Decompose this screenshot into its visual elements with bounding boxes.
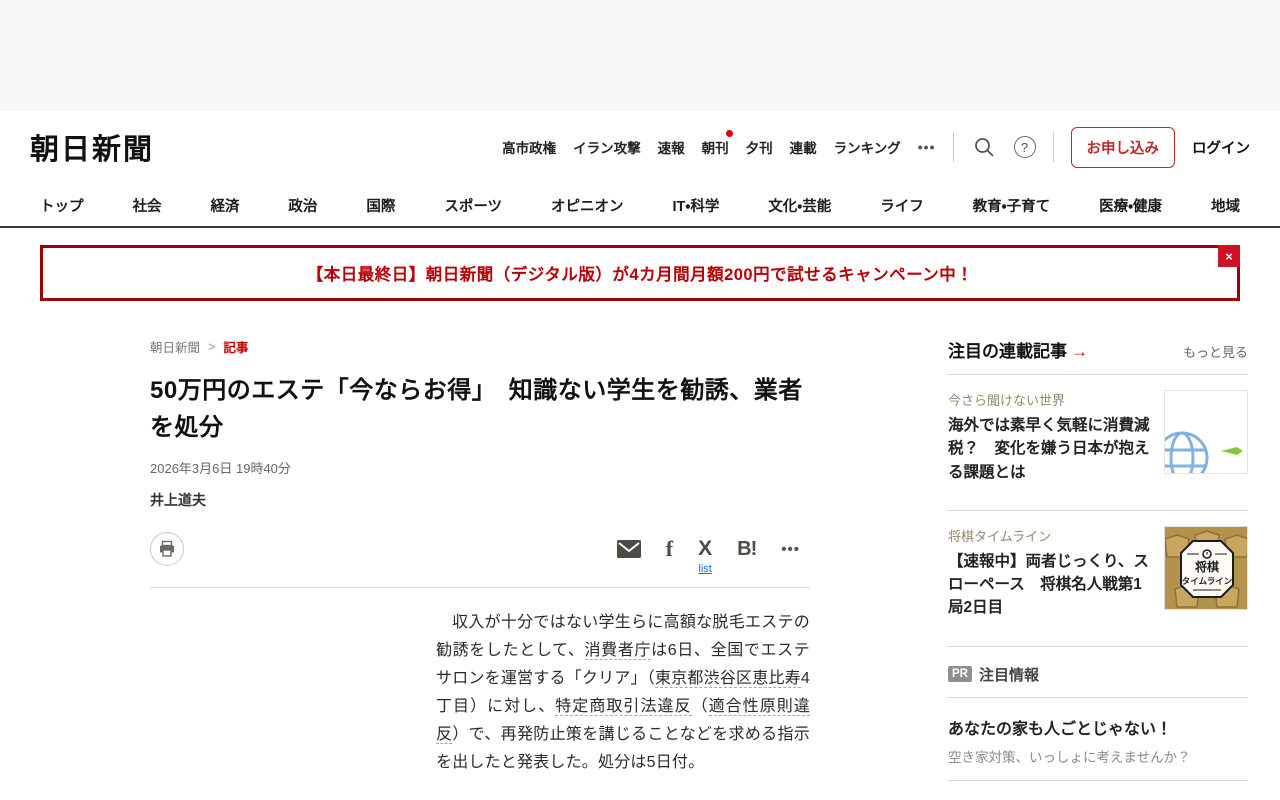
featured-article-2-thumbnail: 将棋 タイムライン bbox=[1164, 525, 1248, 610]
hatena-share-icon[interactable]: B! bbox=[737, 538, 757, 561]
article-date: 2026年3月6日 19時40分 bbox=[150, 461, 291, 477]
nav-item-bunka[interactable]: 文化・芸能 bbox=[768, 195, 831, 216]
site-header: 朝日新聞 高市政権 イラン攻撃 速報 朝刊 夕刊 連載 ランキング ••• ? … bbox=[0, 110, 1280, 184]
nav-item-kokusai[interactable]: 国際 bbox=[366, 195, 395, 216]
featured-article-2[interactable]: 将棋タイムライン 【速報中】両者じっくり、スローペース 将棋名人戦第1局2日目 bbox=[948, 511, 1248, 634]
topic-link-yukan[interactable]: 夕刊 bbox=[746, 137, 773, 157]
nav-item-opinion[interactable]: オピニオン bbox=[551, 195, 624, 216]
more-topics-icon[interactable]: ••• bbox=[918, 139, 936, 155]
see-more-link[interactable]: もっと見る bbox=[1183, 342, 1248, 361]
nav-item-it-kagaku[interactable]: IT・科学 bbox=[673, 195, 720, 216]
share-icons: f X list B! ••• bbox=[616, 536, 810, 575]
article-body: 収入が十分ではない学生らに高額な脱毛エステの勧誘をしたとして、消費者庁は6日、全… bbox=[436, 609, 810, 777]
campaign-banner-text[interactable]: 【本日最終日】朝日新聞（デジタル版）が4カ月間月額200円で試せるキャンペーン中… bbox=[307, 261, 974, 285]
printer-icon bbox=[160, 541, 174, 558]
nav-item-top[interactable]: トップ bbox=[40, 195, 84, 216]
topic-link-iran[interactable]: イラン攻撃 bbox=[573, 137, 641, 157]
pr-item-1-subtitle: 空き家対策、いっしょに考えませんか？ bbox=[948, 749, 1191, 765]
article-title: 50万円のエステ「今ならお得」 知識ない学生を勧誘、業者を処分 bbox=[150, 377, 803, 442]
nav-item-sports[interactable]: スポーツ bbox=[444, 195, 502, 216]
divider bbox=[1052, 132, 1054, 162]
topic-link-sokuho[interactable]: 速報 bbox=[658, 137, 685, 157]
list-link[interactable]: list bbox=[698, 563, 711, 575]
pr-item-1-title: あなたの家も人ごとじゃない！ bbox=[948, 720, 1173, 738]
help-icon[interactable]: ? bbox=[1013, 136, 1036, 158]
print-button[interactable] bbox=[150, 532, 184, 567]
svg-text:タイムライン: タイムライン bbox=[1182, 576, 1233, 586]
topic-link-ranking[interactable]: ランキング bbox=[834, 137, 901, 157]
arrow-right-icon: → bbox=[1071, 342, 1088, 361]
featured-article-2-category: 将棋タイムライン bbox=[948, 528, 1052, 544]
topic-link-chokan[interactable]: 朝刊 bbox=[702, 130, 733, 157]
body-text: ）で、再発防止策を講じることなどを求める指示を出したと発表した。処分は5日付。 bbox=[436, 726, 811, 772]
breadcrumb-current[interactable]: 記事 bbox=[223, 337, 248, 356]
share-row: f X list B! ••• bbox=[150, 532, 810, 575]
top-ad-strip bbox=[0, 0, 1280, 110]
featured-article-1[interactable]: 今さら聞けない世界 海外では素早く気軽に消費減税？ 変化を嫌う日本が抱える課題と… bbox=[948, 375, 1248, 498]
facebook-share-icon[interactable]: f bbox=[666, 536, 673, 562]
nav-item-chiiki[interactable]: 地域 bbox=[1211, 195, 1240, 216]
signup-button[interactable]: お申し込み bbox=[1070, 126, 1175, 168]
topic-link-rensai[interactable]: 連載 bbox=[790, 137, 817, 157]
sidebar: 注目の連載記事 → もっと見る 今さら聞けない世界 海外では素早く気軽に消費減税… bbox=[948, 337, 1248, 800]
body-text: （ bbox=[691, 698, 709, 716]
featured-article-1-thumbnail: 世界 聞けない 今さら bbox=[1164, 390, 1248, 474]
page-content: 朝日新聞 > 記事 50万円のエステ「今ならお得」 知識ない学生を勧誘、業者を処… bbox=[0, 301, 1280, 800]
svg-text:将棋: 将棋 bbox=[1194, 559, 1219, 574]
breadcrumb-home[interactable]: 朝日新聞 bbox=[150, 337, 200, 356]
nav-item-iryo[interactable]: 医療・健康 bbox=[1099, 195, 1162, 216]
body-link-tokushoho[interactable]: 特定商取引法違反 bbox=[555, 698, 692, 717]
featured-series-header: 注目の連載記事 → もっと見る bbox=[948, 337, 1248, 362]
breadcrumb: 朝日新聞 > 記事 bbox=[150, 337, 810, 356]
main-navigation: トップ 社会 経済 政治 国際 スポーツ オピニオン IT・科学 文化・芸能 ラ… bbox=[0, 184, 1280, 228]
featured-article-2-title: 【速報中】両者じっくり、スローペース 将棋名人戦第1局2日目 bbox=[948, 552, 1149, 617]
search-icon[interactable] bbox=[971, 134, 997, 160]
sidebar-divider bbox=[948, 645, 1248, 647]
nav-item-seiji[interactable]: 政治 bbox=[288, 195, 317, 216]
campaign-banner-area: 【本日最終日】朝日新聞（デジタル版）が4カ月間月額200円で試せるキャンペーン中… bbox=[0, 228, 1280, 301]
pr-badge: PR bbox=[948, 666, 972, 682]
pr-item-1[interactable]: あなたの家も人ごとじゃない！ 空き家対策、いっしょに考えませんか？ bbox=[948, 698, 1248, 780]
featured-article-1-category: 今さら聞けない世界 bbox=[948, 393, 1066, 408]
x-share-icon[interactable]: X list bbox=[698, 537, 712, 575]
pr-item-2[interactable]: 「Newton TV」で知る免疫の力 注目のキーワードは善玉菌とたんぱく質 bbox=[948, 781, 1248, 800]
shogi-timeline-icon: 将棋 タイムライン bbox=[1165, 526, 1247, 609]
article-divider bbox=[150, 587, 810, 589]
asahi-logo[interactable]: 朝日新聞 bbox=[30, 126, 154, 168]
featured-series-title[interactable]: 注目の連載記事 bbox=[948, 337, 1067, 362]
breadcrumb-separator: > bbox=[208, 339, 216, 354]
login-button[interactable]: ログイン bbox=[1192, 137, 1250, 158]
pr-section-title: 注目情報 bbox=[978, 666, 1039, 684]
campaign-banner[interactable]: 【本日最終日】朝日新聞（デジタル版）が4カ月間月額200円で試せるキャンペーン中… bbox=[40, 245, 1240, 301]
divider bbox=[952, 132, 954, 162]
article-column: 朝日新聞 > 記事 50万円のエステ「今ならお得」 知識ない学生を勧誘、業者を処… bbox=[150, 337, 810, 800]
nav-item-life[interactable]: ライフ bbox=[880, 195, 924, 216]
article-author[interactable]: 井上道夫 bbox=[150, 490, 810, 510]
email-share-icon[interactable] bbox=[616, 540, 641, 559]
pr-section-header: PR 注目情報 bbox=[948, 664, 1248, 685]
nav-item-shakai[interactable]: 社会 bbox=[132, 195, 161, 216]
nav-item-kyoiku[interactable]: 教育・子育て bbox=[973, 195, 1050, 216]
topic-link-takaichi[interactable]: 高市政権 bbox=[502, 137, 556, 157]
header-utility-nav: 高市政権 イラン攻撃 速報 朝刊 夕刊 連載 ランキング ••• ? お申し込み… bbox=[502, 126, 1250, 168]
close-icon[interactable]: × bbox=[1218, 245, 1240, 267]
body-link-ebisu[interactable]: 東京都渋谷区恵比寿 bbox=[654, 670, 801, 689]
more-share-icon[interactable]: ••• bbox=[781, 541, 800, 558]
nav-item-keizai[interactable]: 経済 bbox=[210, 195, 239, 216]
body-link-shohishacho[interactable]: 消費者庁 bbox=[584, 642, 652, 661]
featured-article-1-title: 海外では素早く気軽に消費減税？ 変化を嫌う日本が抱える課題とは bbox=[948, 417, 1150, 481]
